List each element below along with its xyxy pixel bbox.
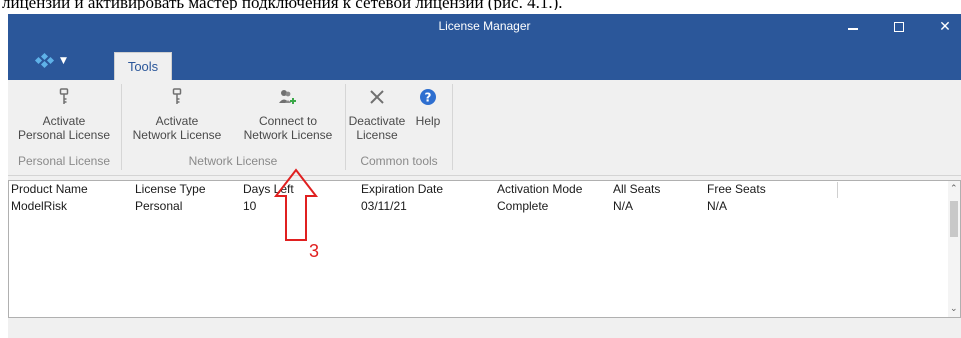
- help-icon: ?: [420, 89, 436, 105]
- cell-expiration-date: 03/11/21: [361, 199, 407, 213]
- maximize-button[interactable]: [876, 14, 922, 40]
- cell-product-name: ModelRisk: [11, 199, 68, 213]
- status-bar: [8, 320, 961, 338]
- column-header[interactable]: Activation Mode: [497, 182, 582, 196]
- app-logo-icon: [34, 52, 56, 69]
- svg-text:?: ?: [425, 91, 432, 105]
- column-header[interactable]: Free Seats: [707, 182, 766, 196]
- tab-tools[interactable]: Tools: [114, 52, 172, 80]
- connect-network-label-1: Connect to: [258, 114, 318, 128]
- column-header[interactable]: Product Name: [11, 182, 88, 196]
- activate-network-label-1: Activate: [155, 114, 199, 128]
- minimize-icon: [848, 28, 858, 30]
- vertical-scrollbar[interactable]: ⌃ ⌄: [948, 181, 960, 317]
- scroll-up-icon[interactable]: ⌃: [950, 185, 958, 194]
- activate-personal-license-button[interactable]: Activate Personal License: [8, 80, 120, 158]
- close-button[interactable]: ✕: [922, 14, 961, 40]
- activate-network-license-button[interactable]: Activate Network License: [122, 80, 232, 158]
- group-label-personal: Personal License: [17, 154, 111, 168]
- group-label-network: Network License: [188, 154, 278, 168]
- activate-personal-label-2: Personal License: [17, 128, 111, 142]
- app-menu-button[interactable]: ▼: [34, 50, 94, 72]
- scrollbar-thumb[interactable]: [950, 201, 958, 237]
- key-icon: [172, 88, 182, 104]
- group-label-common: Common tools: [360, 154, 438, 168]
- title-bar: License Manager ✕: [8, 14, 961, 40]
- column-header[interactable]: All Seats: [613, 182, 660, 196]
- chevron-down-icon: ▼: [60, 56, 67, 66]
- help-label: Help: [415, 114, 441, 128]
- help-button[interactable]: ? Help: [408, 80, 448, 158]
- ribbon-tab-bar: ▼ Tools: [8, 40, 961, 80]
- license-manager-window: License Manager ✕ ▼ Tools Activate Perso…: [8, 14, 961, 338]
- window-title: License Manager: [438, 19, 531, 33]
- cell-free-seats: N/A: [707, 199, 728, 213]
- minimize-button[interactable]: [830, 14, 876, 40]
- activate-personal-label-1: Activate: [42, 114, 86, 128]
- scroll-down-icon[interactable]: ⌄: [950, 305, 958, 314]
- deactivate-x-icon: [370, 90, 384, 104]
- license-table: Product Name License Type Days Left Expi…: [8, 180, 961, 318]
- close-icon: ✕: [939, 19, 951, 35]
- activate-network-label-2: Network License: [132, 128, 222, 142]
- deactivate-license-button[interactable]: Deactivate License: [346, 80, 408, 158]
- ribbon-group-divider: [452, 84, 453, 170]
- maximize-icon: [894, 22, 904, 32]
- deactivate-label-1: Deactivate: [348, 114, 406, 128]
- annotation-number: 3: [309, 241, 320, 261]
- document-caption: лицензии и активировать мастер подключен…: [2, 0, 563, 10]
- cell-activation-mode: Complete: [497, 199, 549, 213]
- connect-to-network-license-button[interactable]: Connect to Network License: [232, 80, 344, 158]
- deactivate-label-2: License: [356, 128, 398, 142]
- cell-all-seats: N/A: [613, 199, 634, 213]
- column-divider: [837, 182, 838, 198]
- cell-days-left: 10: [243, 199, 257, 213]
- column-header[interactable]: Expiration Date: [361, 182, 443, 196]
- connect-network-label-2: Network License: [243, 128, 333, 142]
- column-header[interactable]: Days Left: [243, 182, 294, 196]
- ribbon: Activate Personal License Activate Netwo…: [8, 80, 961, 176]
- connect-user-icon: [279, 90, 296, 104]
- key-icon: [59, 88, 69, 104]
- column-header[interactable]: License Type: [135, 182, 206, 196]
- cell-license-type: Personal: [135, 199, 183, 213]
